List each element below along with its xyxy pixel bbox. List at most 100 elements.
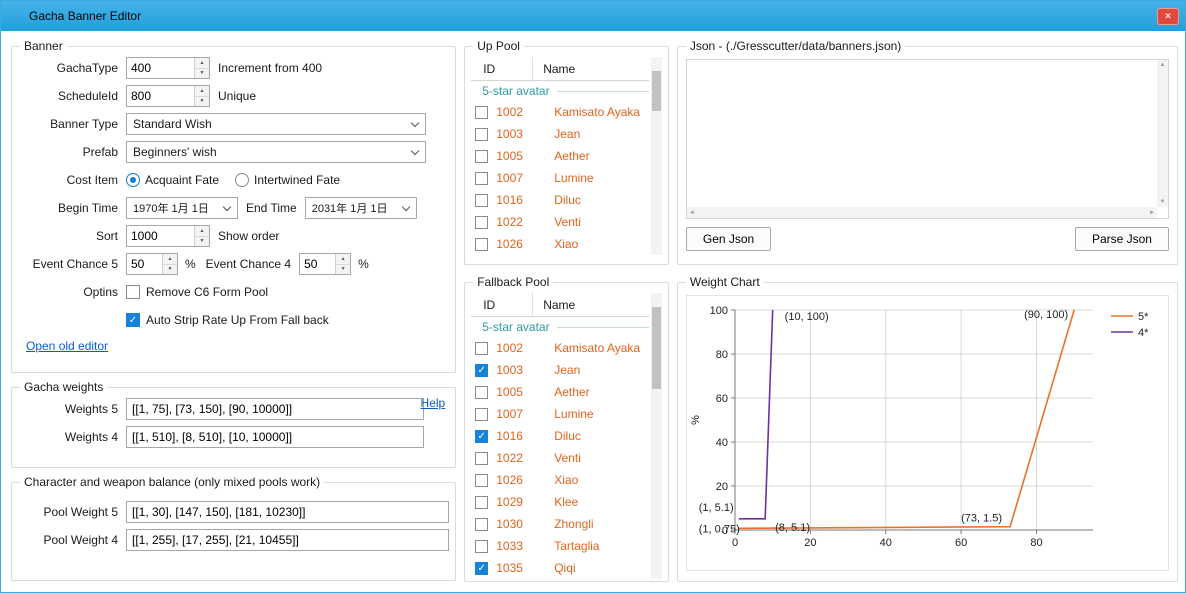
row-checkbox[interactable] [475,150,488,163]
banner-type-select[interactable]: Standard Wish [126,113,426,135]
up-pool-header: ID Name [471,57,649,81]
json-vertical-scrollbar[interactable]: ▲▼ [1157,60,1168,207]
row-checkbox[interactable] [475,238,488,251]
spinner-buttons[interactable]: ▲▼ [194,58,209,78]
row-checkbox[interactable] [475,408,488,421]
pool-row[interactable]: 1030Zhongli [471,513,649,535]
row-name: Kamisato Ayaka [554,341,640,355]
pool-row[interactable]: 1002Kamisato Ayaka [471,337,649,359]
scroll-down-icon[interactable]: ▼ [1160,199,1166,205]
row-checkbox[interactable] [475,474,488,487]
sort-input[interactable] [127,226,194,246]
spinner-buttons[interactable]: ▲▼ [194,86,209,106]
row-checkbox[interactable]: ✓ [475,562,488,575]
up-pool-scrollbar[interactable] [651,57,662,255]
weights-5-input[interactable] [126,398,424,420]
pool-row[interactable]: 1022Venti [471,211,649,233]
time-row: Begin Time 1970年 1月 1日 End Time 2031年 1月… [18,197,449,219]
pool-row[interactable]: 1003Jean [471,123,649,145]
scroll-up-icon[interactable]: ▲ [1160,62,1166,68]
spinner-up-icon[interactable]: ▲ [195,86,209,97]
row-checkbox[interactable] [475,518,488,531]
row-checkbox[interactable] [475,194,488,207]
spinner-buttons[interactable]: ▲▼ [162,254,177,274]
row-name: Venti [554,451,581,465]
event-chance-4-input[interactable] [300,254,335,274]
row-checkbox[interactable] [475,128,488,141]
spinner-buttons[interactable]: ▲▼ [194,226,209,246]
spinner-down-icon[interactable]: ▼ [336,265,350,275]
spinner-up-icon[interactable]: ▲ [336,254,350,265]
gen-json-button[interactable]: Gen Json [686,227,771,251]
titlebar[interactable]: Gacha Banner Editor ✕ [1,1,1185,31]
pool-row[interactable]: ✓1003Jean [471,359,649,381]
event-chance-5-spinner[interactable]: ▲▼ [126,253,178,275]
json-textarea[interactable]: ▲▼ ◄► [686,59,1169,219]
event-chance-4-spinner[interactable]: ▲▼ [299,253,351,275]
end-time-picker[interactable]: 2031年 1月 1日 [305,197,417,219]
scrollbar-thumb[interactable] [652,307,661,389]
prefab-select[interactable]: Beginners' wish [126,141,426,163]
svg-text:(1, 0.75): (1, 0.75) [699,523,740,535]
row-checkbox[interactable] [475,540,488,553]
pool-weight-4-input[interactable] [126,529,449,551]
remove-c6-label: Remove C6 Form Pool [146,285,268,299]
pool-row[interactable]: 1007Lumine [471,167,649,189]
row-checkbox[interactable] [475,172,488,185]
open-old-editor-link[interactable]: Open old editor [26,339,108,353]
pool-weight-5-input[interactable] [126,501,449,523]
radio-intertwined-fate[interactable]: Intertwined Fate [235,173,340,187]
pool-row[interactable]: 1026Xiao [471,469,649,491]
event-chance-5-input[interactable] [127,254,162,274]
pool-row[interactable]: ✓1035Qiqi [471,557,649,579]
pool-row[interactable]: 1007Lumine [471,403,649,425]
auto-strip-checkbox[interactable]: ✓ [126,313,140,327]
scrollbar-thumb[interactable] [652,71,661,111]
row-checkbox[interactable]: ✓ [475,364,488,377]
spinner-up-icon[interactable]: ▲ [163,254,177,265]
pool-row[interactable]: 1005Aether [471,381,649,403]
row-checkbox[interactable] [475,386,488,399]
scroll-left-icon[interactable]: ◄ [689,210,695,216]
pool-row[interactable]: 1026Xiao [471,233,649,255]
gacha-weights-group: Gacha weights Help Weights 5 Weights 4 [11,380,456,468]
row-checkbox[interactable]: ✓ [475,430,488,443]
gachatype-input[interactable] [127,58,194,78]
row-checkbox[interactable] [475,216,488,229]
parse-json-button[interactable]: Parse Json [1075,227,1169,251]
row-checkbox[interactable] [475,496,488,509]
help-link[interactable]: Help [421,396,446,410]
spinner-up-icon[interactable]: ▲ [195,58,209,69]
weights-4-input[interactable] [126,426,424,448]
middle-column: Up Pool ID Name 5-star avatar 1002Kamisa… [464,39,669,584]
row-checkbox[interactable] [475,106,488,119]
radio-acquaint-fate[interactable]: Acquaint Fate [126,173,219,187]
pool-row[interactable]: 1002Kamisato Ayaka [471,101,649,123]
pool-row[interactable]: 1022Venti [471,447,649,469]
scroll-right-icon[interactable]: ► [1149,210,1155,216]
spinner-up-icon[interactable]: ▲ [195,226,209,237]
sort-spinner[interactable]: ▲▼ [126,225,210,247]
pool-row[interactable]: 1005Aether [471,145,649,167]
scheduleid-input[interactable] [127,86,194,106]
spinner-down-icon[interactable]: ▼ [195,237,209,247]
row-checkbox[interactable] [475,342,488,355]
spinner-buttons[interactable]: ▲▼ [335,254,350,274]
begin-time-picker[interactable]: 1970年 1月 1日 [126,197,238,219]
pool-weight-4-label: Pool Weight 4 [18,533,118,547]
row-checkbox[interactable] [475,452,488,465]
pool-section-label: 5-star avatar [482,320,549,334]
pool-row[interactable]: 1029Klee [471,491,649,513]
spinner-down-icon[interactable]: ▼ [195,97,209,107]
pool-row[interactable]: 1016Diluc [471,189,649,211]
spinner-down-icon[interactable]: ▼ [195,69,209,79]
gachatype-spinner[interactable]: ▲▼ [126,57,210,79]
pool-row[interactable]: 1033Tartaglia [471,535,649,557]
json-horizontal-scrollbar[interactable]: ◄► [687,207,1157,218]
close-button[interactable]: ✕ [1157,8,1179,25]
spinner-down-icon[interactable]: ▼ [163,265,177,275]
fallback-pool-scrollbar[interactable] [651,293,662,579]
scheduleid-spinner[interactable]: ▲▼ [126,85,210,107]
pool-row[interactable]: ✓1016Diluc [471,425,649,447]
remove-c6-checkbox[interactable] [126,285,140,299]
